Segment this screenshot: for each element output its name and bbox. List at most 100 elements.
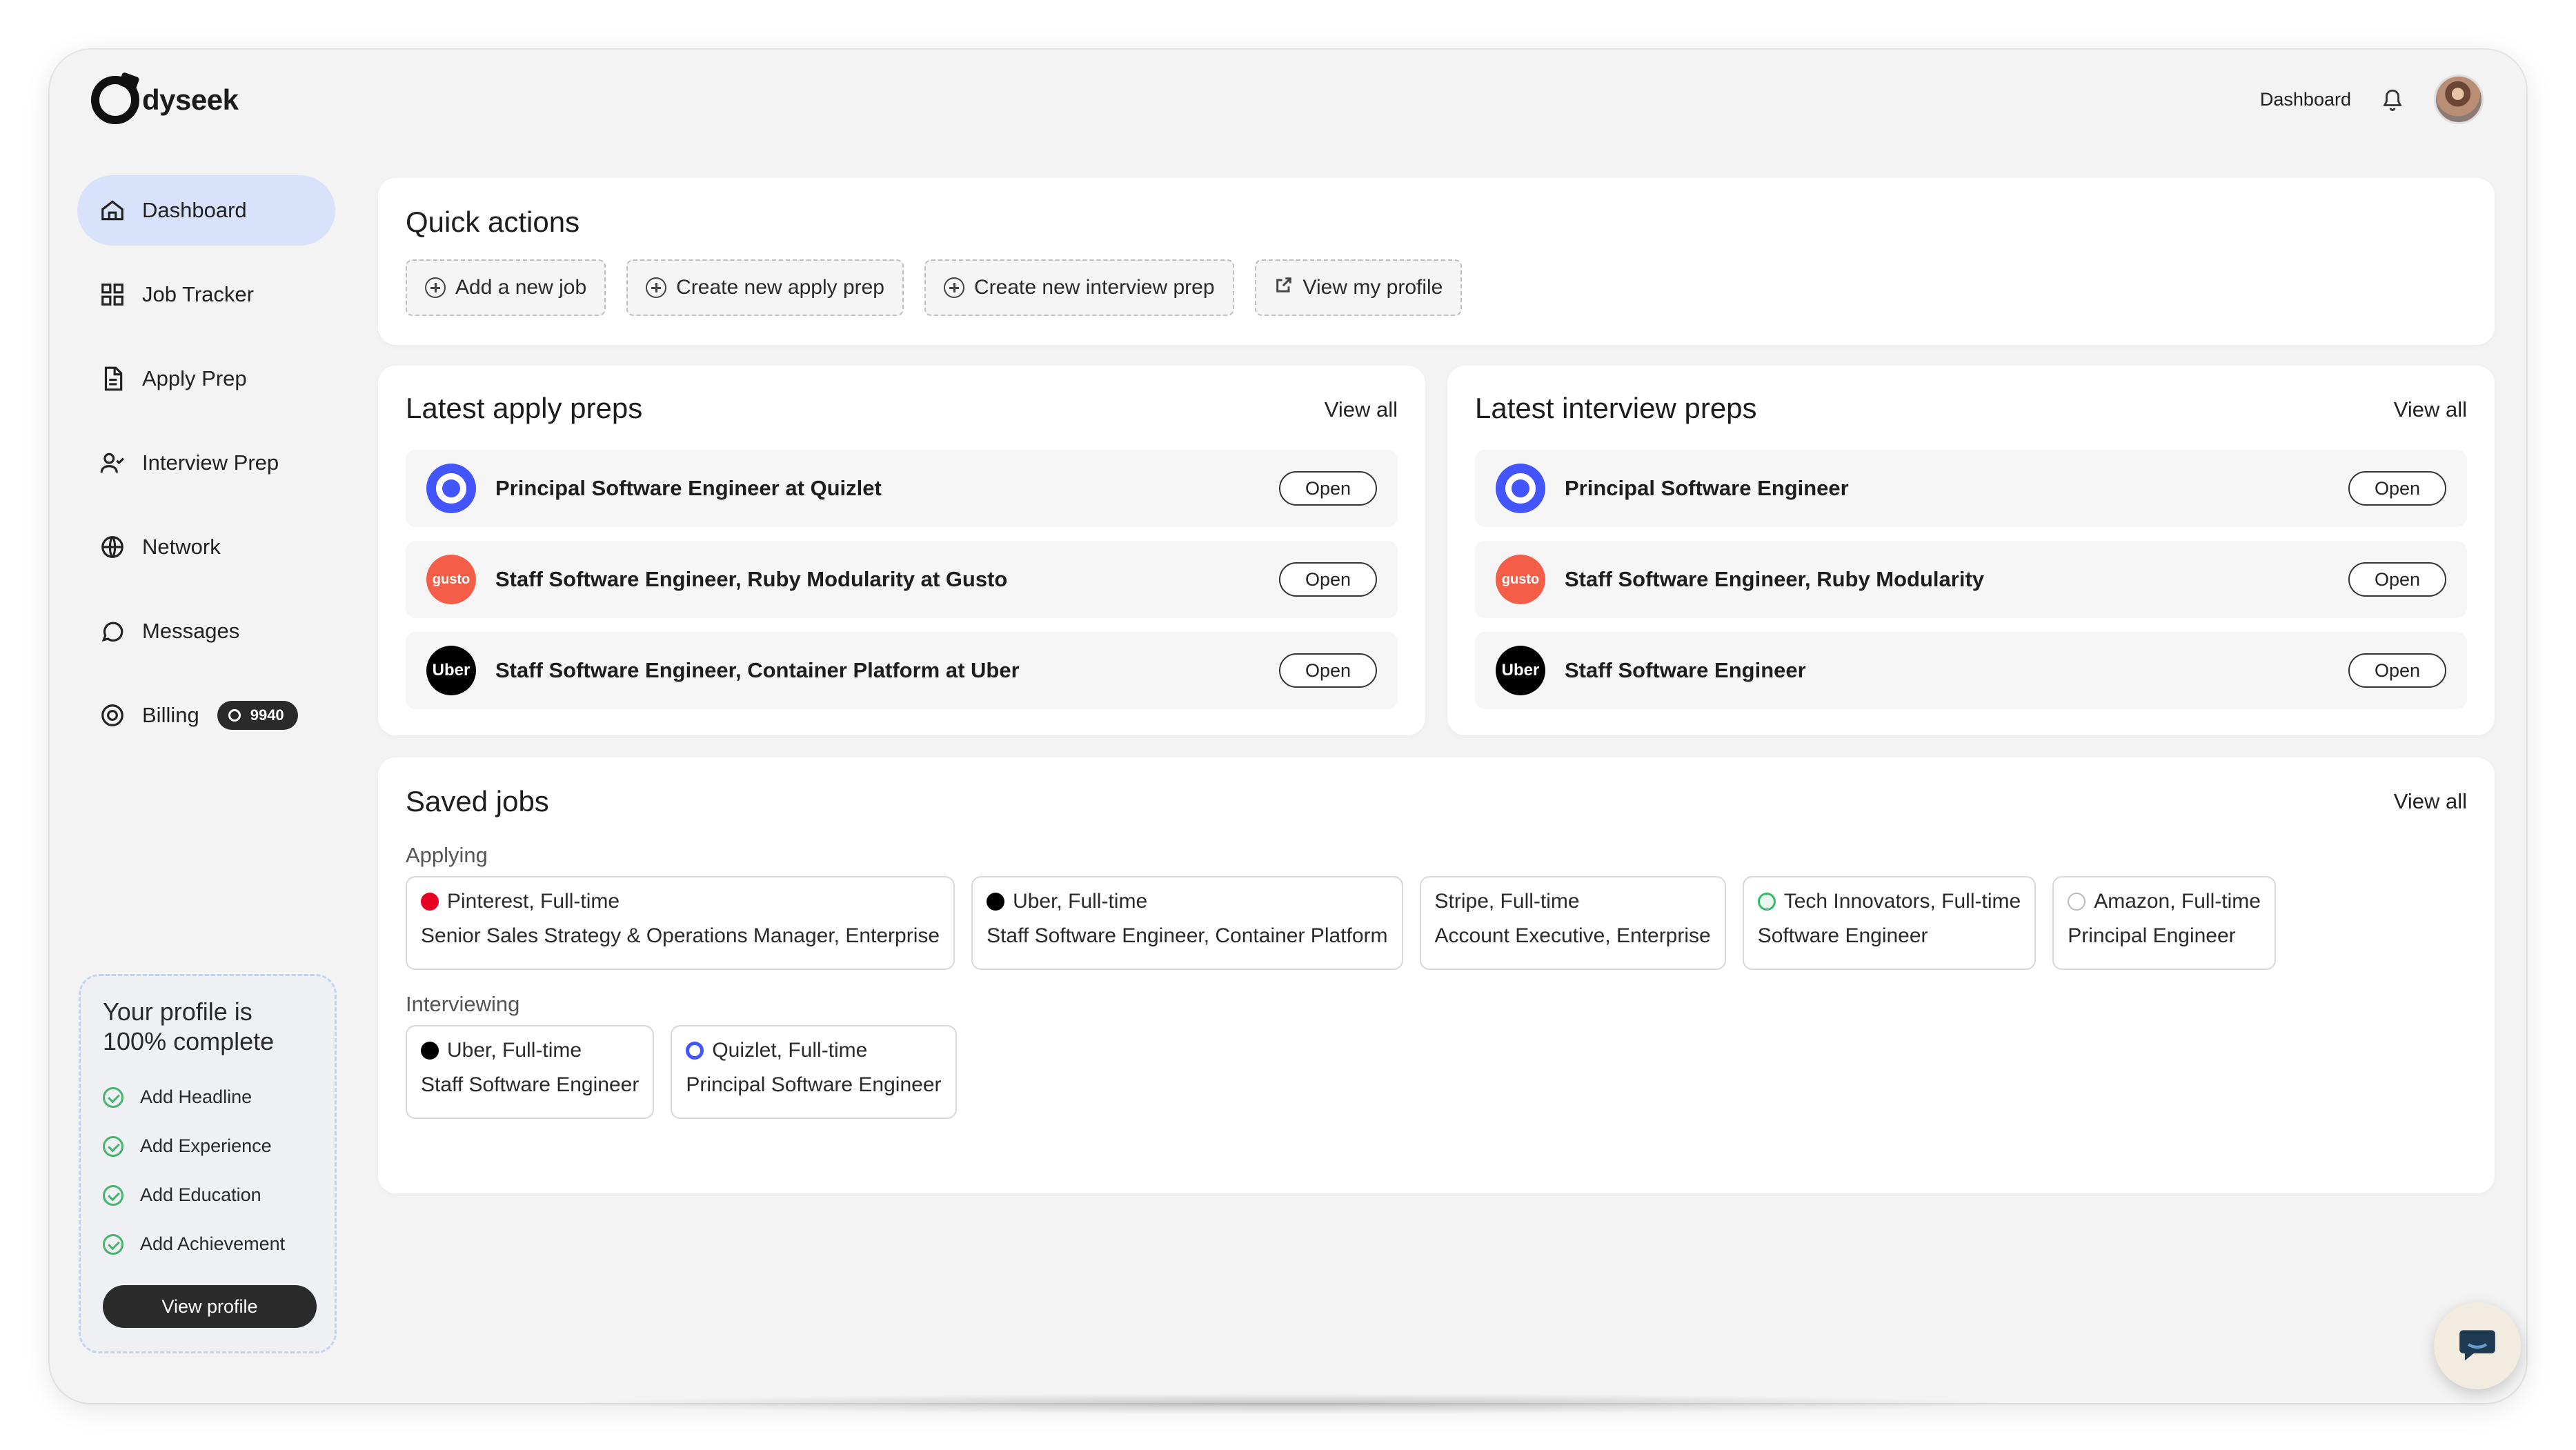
- button-label: Create new interview prep: [974, 276, 1215, 299]
- profile-task: Add Headline: [103, 1073, 313, 1122]
- bell-icon[interactable]: [2379, 86, 2406, 113]
- apply-prep-title: Principal Software Engineer at Quizlet: [495, 476, 882, 500]
- globe-icon: [98, 533, 127, 562]
- quizlet-logo-icon: [1496, 464, 1545, 513]
- job-company-label: Quizlet, Full-time: [712, 1039, 868, 1062]
- saved-job-card[interactable]: Uber, Full-time Staff Software Engineer: [406, 1025, 655, 1119]
- home-icon: [98, 196, 127, 225]
- document-icon: [98, 364, 127, 393]
- profile-task-label: Add Headline: [140, 1086, 252, 1107]
- saved-jobs-card: Saved jobs View all Applying Pinterest, …: [378, 757, 2495, 1193]
- header-actions: Dashboard: [2260, 75, 2484, 124]
- profile-task: Add Education: [103, 1171, 313, 1220]
- job-title: Staff Software Engineer, Container Platf…: [987, 924, 1388, 947]
- create-interview-prep-button[interactable]: Create new interview prep: [924, 259, 1234, 316]
- interview-prep-list: Principal Software Engineer Open gusto S…: [1475, 450, 2467, 723]
- user-check-icon: [98, 448, 127, 477]
- open-button[interactable]: Open: [1279, 562, 1377, 597]
- job-company: Quizlet, Full-time: [686, 1039, 941, 1062]
- view-my-profile-button[interactable]: View my profile: [1254, 259, 1463, 316]
- add-new-job-button[interactable]: Add a new job: [406, 259, 606, 316]
- sidebar-item-billing[interactable]: Billing 9940: [77, 680, 335, 751]
- interview-preps-view-all-link[interactable]: View all: [2394, 397, 2467, 422]
- job-company: Pinterest, Full-time: [421, 890, 940, 913]
- apply-prep-row[interactable]: gusto Staff Software Engineer, Ruby Modu…: [406, 541, 1398, 618]
- interview-prep-row[interactable]: Uber Staff Software Engineer Open: [1475, 632, 2467, 709]
- profile-completion-title: Your profile is 100% complete: [103, 997, 275, 1055]
- button-label: View my profile: [1302, 276, 1443, 299]
- sidebar-item-interview-prep[interactable]: Interview Prep: [77, 428, 335, 498]
- apply-prep-row[interactable]: Uber Staff Software Engineer, Container …: [406, 632, 1398, 709]
- logo-mark: [91, 76, 139, 124]
- job-company: Stripe, Full-time: [1435, 890, 1711, 913]
- chat-icon: [98, 617, 127, 646]
- grid-icon: [98, 280, 127, 309]
- create-apply-prep-button[interactable]: Create new apply prep: [626, 259, 904, 316]
- check-circle-icon: [103, 1086, 123, 1108]
- tech-innovators-logo-icon: [1757, 893, 1776, 911]
- saved-job-card[interactable]: Stripe, Full-time Account Executive, Ent…: [1419, 876, 1726, 970]
- job-company-label: Pinterest, Full-time: [447, 890, 620, 913]
- job-company-label: Uber, Full-time: [1013, 890, 1148, 913]
- check-circle-icon: [103, 1233, 123, 1255]
- apply-preps-view-all-link[interactable]: View all: [1325, 397, 1398, 422]
- check-circle-icon: [103, 1184, 123, 1206]
- sidebar-item-label: Network: [142, 535, 221, 559]
- job-title: Staff Software Engineer: [421, 1073, 640, 1096]
- profile-task-label: Add Experience: [140, 1135, 272, 1156]
- job-company: Amazon, Full-time: [2068, 890, 2261, 913]
- latest-interview-preps-card: Latest interview preps View all Principa…: [1447, 366, 2495, 735]
- saved-jobs-title: Saved jobs: [406, 785, 549, 817]
- open-button[interactable]: Open: [1279, 653, 1377, 688]
- open-button[interactable]: Open: [1279, 471, 1377, 506]
- uber-logo-icon: Uber: [1496, 646, 1545, 695]
- job-title: Principal Engineer: [2068, 924, 2236, 947]
- header-dashboard-link[interactable]: Dashboard: [2260, 89, 2351, 110]
- quick-actions-title: Quick actions: [406, 206, 580, 238]
- saved-job-card[interactable]: Pinterest, Full-time Senior Sales Strate…: [406, 876, 955, 970]
- sidebar-item-label: Messages: [142, 619, 240, 643]
- view-profile-button[interactable]: View profile: [103, 1285, 317, 1328]
- applying-section-label: Applying: [406, 843, 488, 867]
- applying-jobs-row: Pinterest, Full-time Senior Sales Strate…: [406, 876, 2276, 970]
- sidebar-item-apply-prep[interactable]: Apply Prep: [77, 344, 335, 414]
- window-shadow: [566, 1393, 2014, 1414]
- job-company: Uber, Full-time: [987, 890, 1387, 913]
- job-company-label: Amazon, Full-time: [2094, 890, 2261, 913]
- apply-prep-row[interactable]: Principal Software Engineer at Quizlet O…: [406, 450, 1398, 527]
- open-button[interactable]: Open: [2348, 653, 2446, 688]
- quick-actions-card: Quick actions Add a new job Create new a…: [378, 178, 2495, 345]
- job-title: Senior Sales Strategy & Operations Manag…: [421, 924, 940, 947]
- sidebar-item-network[interactable]: Network: [77, 512, 335, 582]
- sidebar-item-job-tracker[interactable]: Job Tracker: [77, 259, 335, 330]
- brand-logo[interactable]: dyseek: [91, 76, 239, 124]
- interview-prep-row[interactable]: gusto Staff Software Engineer, Ruby Modu…: [1475, 541, 2467, 618]
- chat-launcher-button[interactable]: [2434, 1302, 2521, 1389]
- saved-jobs-view-all-link[interactable]: View all: [2394, 789, 2467, 814]
- interviewing-jobs-row: Uber, Full-time Staff Software Engineer …: [406, 1025, 957, 1119]
- plus-circle-icon: [425, 277, 446, 298]
- sidebar-item-messages[interactable]: Messages: [77, 596, 335, 666]
- uber-logo-icon: [421, 1042, 439, 1060]
- user-avatar[interactable]: [2434, 75, 2484, 124]
- saved-job-card[interactable]: Amazon, Full-time Principal Engineer: [2052, 876, 2276, 970]
- saved-job-card[interactable]: Quizlet, Full-time Principal Software En…: [671, 1025, 957, 1119]
- open-button[interactable]: Open: [2348, 562, 2446, 597]
- open-button[interactable]: Open: [2348, 471, 2446, 506]
- interview-prep-title: Staff Software Engineer, Ruby Modularity: [1565, 567, 1985, 591]
- quizlet-logo-icon: [686, 1042, 704, 1060]
- uber-logo-icon: Uber: [426, 646, 476, 695]
- job-company-label: Tech Innovators, Full-time: [1783, 890, 2021, 913]
- apply-prep-title: Staff Software Engineer, Ruby Modularity…: [495, 567, 1008, 591]
- sidebar-item-dashboard[interactable]: Dashboard: [77, 175, 335, 246]
- sidebar-item-label: Job Tracker: [142, 282, 254, 306]
- interview-prep-title: Staff Software Engineer: [1565, 658, 1806, 682]
- saved-job-card[interactable]: Uber, Full-time Staff Software Engineer,…: [971, 876, 1403, 970]
- sidebar-item-label: Apply Prep: [142, 366, 247, 390]
- interview-prep-row[interactable]: Principal Software Engineer Open: [1475, 450, 2467, 527]
- saved-job-card[interactable]: Tech Innovators, Full-time Software Engi…: [1742, 876, 2037, 970]
- credit-coin-icon: [228, 709, 241, 722]
- apply-prep-list: Principal Software Engineer at Quizlet O…: [406, 450, 1398, 723]
- button-label: Add a new job: [455, 276, 587, 299]
- check-circle-icon: [103, 1135, 123, 1157]
